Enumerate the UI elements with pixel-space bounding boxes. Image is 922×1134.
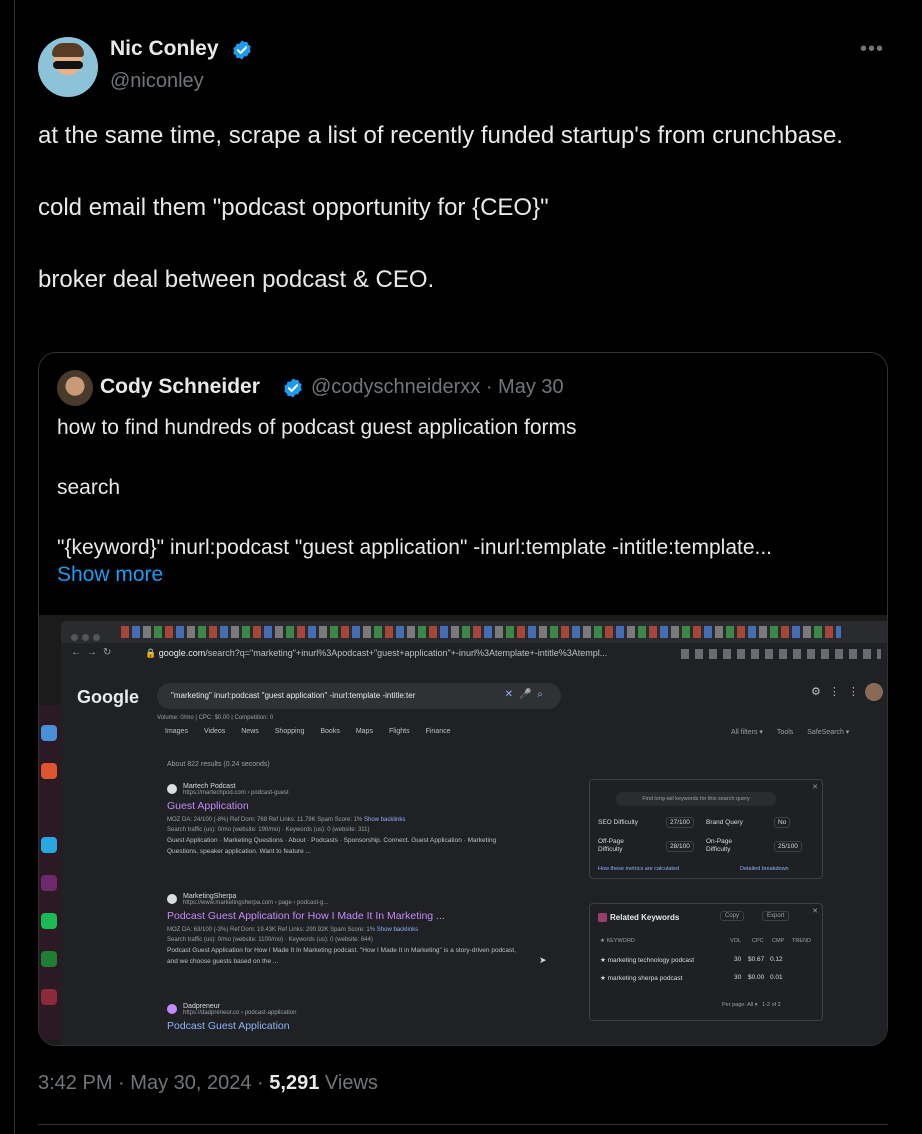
- keywords-extension-icon: [598, 913, 607, 922]
- google-account-avatar: [865, 683, 883, 701]
- google-logo: Google: [77, 687, 139, 707]
- tweet-body: at the same time, scrape a list of recen…: [38, 118, 878, 334]
- quoted-handle-date: @codyschneiderxx · May 30: [311, 376, 564, 398]
- views-count: 5,291: [269, 1072, 320, 1094]
- more-horizontal-icon[interactable]: •••: [860, 38, 884, 61]
- author-name[interactable]: Nic Conley: [110, 37, 219, 61]
- avatar-hair: [52, 43, 84, 57]
- address-url: 🔒 google.com/search?q="marketing"+inurl%…: [145, 648, 608, 658]
- browser-address-bar: ←→↻ 🔒 google.com/search?q="marketing"+in…: [61, 643, 887, 665]
- seo-metrics-panel: ✕ Find long-tail keywords for this searc…: [589, 779, 823, 879]
- extension-icons: [681, 649, 881, 659]
- show-more-link[interactable]: Show more: [57, 563, 163, 587]
- quoted-paragraph: "{keyword}" inurl:podcast "guest applica…: [57, 536, 773, 559]
- google-search-box: "marketing" inurl:podcast "guest applica…: [157, 683, 561, 709]
- browser-nav-icons: ←→↻: [71, 647, 118, 658]
- search-result: Dadpreneur https://dadpreneur.co › podca…: [167, 1003, 297, 1032]
- result-count: About 822 results (0.24 seconds): [167, 761, 270, 768]
- search-result: MarketingSherpa https://www.marketingshe…: [167, 893, 516, 965]
- site-favicon-icon: [167, 894, 177, 904]
- site-favicon-icon: [167, 784, 177, 794]
- author-avatar[interactable]: [38, 37, 98, 97]
- tweet-paragraph: broker deal between podcast & CEO.: [38, 266, 435, 293]
- settings-gear-icon: ⚙⋮⋮: [811, 686, 867, 698]
- verified-badge-icon: [233, 40, 251, 60]
- search-icons: ✕🎤⌕: [504, 689, 549, 700]
- tweet-paragraph: at the same time, scrape a list of recen…: [38, 122, 843, 149]
- author-handle[interactable]: @niconley: [110, 70, 204, 93]
- tweet-paragraph: cold email them "podcast opportunity for…: [38, 194, 549, 221]
- search-query: "marketing" inurl:podcast "guest applica…: [171, 691, 416, 700]
- views-label: Views: [324, 1072, 378, 1094]
- avatar-sunglasses: [53, 61, 83, 69]
- quoted-paragraph: search: [57, 476, 121, 499]
- quoted-author-name: Cody Schneider: [100, 375, 260, 398]
- quoted-tweet-card[interactable]: Cody Schneider @codyschneiderxx · May 30…: [38, 352, 888, 1046]
- search-result: Martech Podcast https://martechpod.com ›…: [167, 783, 497, 855]
- divider: [38, 1124, 888, 1125]
- search-tabs: Images Videos News Shopping Books Maps Flights…: [165, 728, 451, 735]
- quoted-author-avatar: [57, 370, 93, 406]
- verified-badge-icon: [284, 378, 302, 398]
- google-results-page: Google "marketing" inurl:podcast "guest …: [61, 665, 887, 1045]
- search-tools: All filters ▾ Tools SafeSearch ▾: [731, 729, 850, 736]
- tweet-timestamp[interactable]: 3:42 PM · May 30, 2024 · 5,291 Views: [38, 1072, 378, 1095]
- site-favicon-icon: [167, 1004, 177, 1014]
- attached-screenshot[interactable]: ←→↻ 🔒 google.com/search?q="marketing"+in…: [39, 615, 887, 1045]
- tab-favicons: [121, 626, 841, 638]
- keyword-volume: Volume: 0/mo | CPC: $0.00 | Competition:…: [157, 715, 274, 721]
- related-keywords-panel: ✕ Related Keywords Copy Export ★ KEYWORD…: [589, 903, 823, 1021]
- quoted-tweet-body: how to find hundreds of podcast guest ap…: [57, 413, 877, 593]
- browser-tab-strip: [61, 621, 887, 643]
- close-icon: ✕: [812, 908, 818, 915]
- mouse-cursor-icon: ➤: [539, 955, 547, 965]
- mac-dock: [39, 705, 61, 1040]
- quoted-paragraph: how to find hundreds of podcast guest ap…: [57, 416, 577, 439]
- close-icon: ✕: [812, 784, 818, 791]
